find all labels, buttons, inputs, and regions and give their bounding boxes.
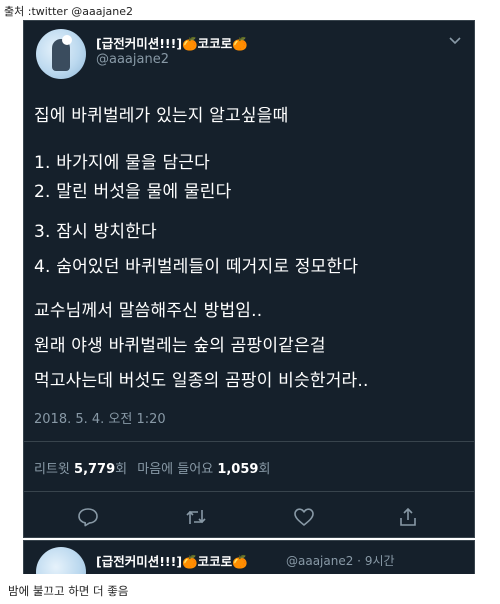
chevron-down-icon[interactable] (448, 33, 462, 47)
avatar[interactable] (36, 547, 86, 574)
tweet-card: [급전커미션!!!]🍊코코로🍊 @aaajane2 집에 바퀴벌레가 있는지 알… (23, 20, 475, 538)
tweet-text-line: 먹고사는데 버섯도 일종의 곰팡이 비슷한거라.. (34, 371, 369, 391)
avatar-highlight (62, 35, 72, 45)
like-label: 마음에 들어요 (137, 462, 214, 477)
tweet-timestamp[interactable]: 2018. 5. 4. 오전 1:20 (34, 408, 166, 427)
share-icon[interactable] (396, 505, 420, 529)
divider (24, 441, 474, 442)
like-icon[interactable] (292, 505, 316, 529)
retweet-count[interactable]: 5,779 (74, 462, 115, 477)
retweet-icon[interactable] (184, 505, 208, 529)
like-count[interactable]: 1,059 (217, 462, 258, 477)
display-name[interactable]: [급전커미션!!!]🍊코코로🍊 (96, 33, 248, 52)
tweet-text-line: 3. 잠시 방치한다 (34, 222, 157, 242)
retweet-label: 리트윗 (34, 462, 70, 477)
retweet-unit: 회 (115, 462, 128, 477)
avatar[interactable] (36, 29, 86, 79)
tweet-text-line: 2. 말린 버섯을 물에 물린다 (34, 182, 232, 202)
tweet-text-line: 1. 바가지에 물을 담근다 (34, 153, 210, 173)
tweet-text-line: 원래 야생 바퀴벌레는 숲의 곰팡이같은걸 (34, 336, 326, 356)
handle-time[interactable]: @aaajane2 · 9시간 (286, 552, 395, 569)
tweet-text-line: 집에 바퀴벌레가 있는지 알고싶을때 (34, 106, 289, 126)
reply-icon[interactable] (76, 505, 100, 529)
tweet-text-line: 교수님께서 말씀해주신 방법임.. (34, 301, 263, 321)
tweet-text-line: 4. 숨어있던 바퀴벌레들이 떼거지로 정모한다 (34, 257, 359, 277)
caption: 밤에 불끄고 하면 더 좋음 (8, 584, 129, 598)
source-label: 출처 :twitter @aaajane2 (4, 5, 133, 18)
engagement-stats: 리트윗 5,779회 마음에 들어요 1,059회 (34, 458, 270, 477)
divider (24, 491, 474, 492)
like-unit: 회 (258, 462, 271, 477)
display-name[interactable]: [급전커미션!!!]🍊코코로🍊 (96, 551, 248, 570)
next-tweet-card[interactable]: [급전커미션!!!]🍊코코로🍊 @aaajane2 · 9시간 (23, 540, 475, 574)
user-handle[interactable]: @aaajane2 (96, 52, 169, 67)
